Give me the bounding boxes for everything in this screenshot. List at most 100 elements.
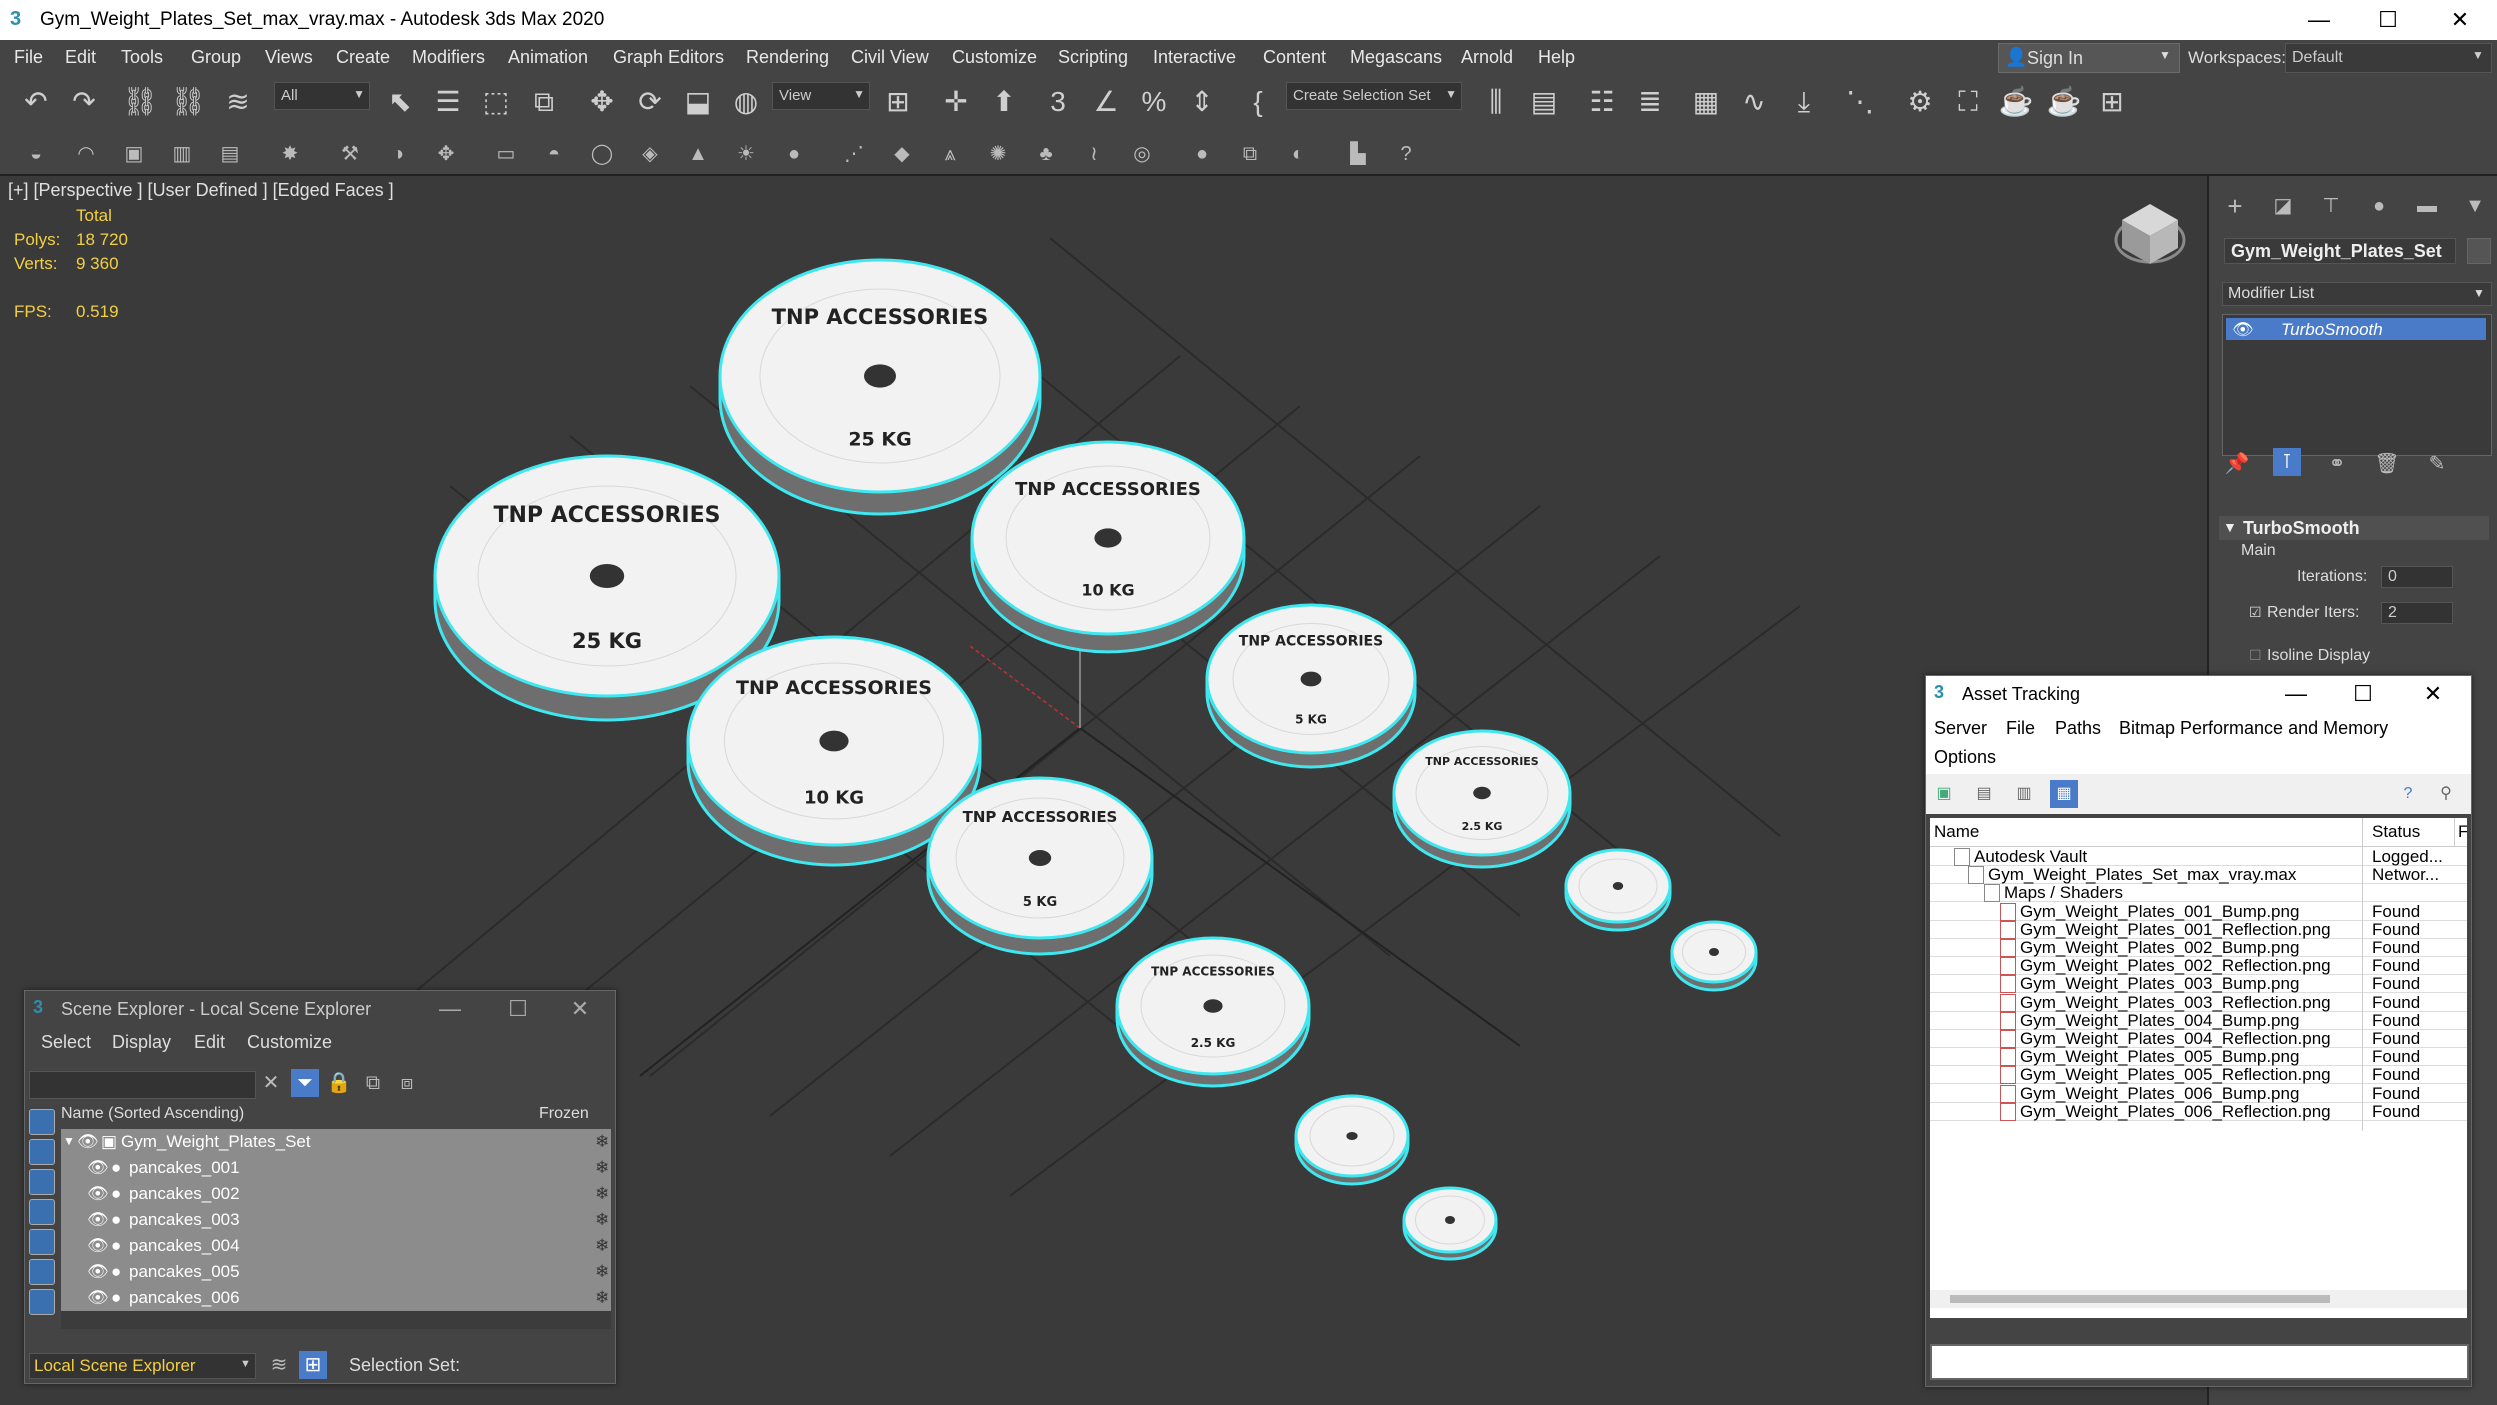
- modifier-list-dropdown[interactable]: Modifier List ▼: [2222, 282, 2492, 306]
- turbosmooth-rollout-header[interactable]: ▼ TurboSmooth: [2219, 516, 2489, 540]
- menu-file[interactable]: File: [2006, 718, 2035, 739]
- frozen-icon[interactable]: ❄: [595, 1262, 609, 1282]
- teapot-icon[interactable]: ◒: [22, 140, 50, 168]
- pin-stack-icon[interactable]: 📌: [2223, 450, 2251, 478]
- menu-graph-editors[interactable]: Graph Editors: [613, 47, 724, 68]
- dope-sheet-icon[interactable]: ⤓: [1786, 84, 1822, 120]
- asset-row[interactable]: Gym_Weight_Plates_004_Reflection.png Foun…: [1930, 1029, 2467, 1058]
- rectangular-selection-icon[interactable]: ⬚: [478, 84, 514, 120]
- table-view-icon[interactable]: ▥: [2010, 780, 2038, 808]
- column-status[interactable]: Status: [2372, 822, 2420, 842]
- menu-interactive[interactable]: Interactive: [1153, 47, 1236, 68]
- menu-animation[interactable]: Animation: [508, 47, 588, 68]
- asset-row[interactable]: Gym_Weight_Plates_006_Reflection.png Foun…: [1930, 1101, 2467, 1131]
- horizontal-scrollbar[interactable]: [1930, 1290, 2467, 1308]
- menu-bitmap-performance[interactable]: Bitmap Performance and Memory: [2119, 718, 2388, 739]
- details-view-icon[interactable]: ▦: [2050, 780, 2078, 808]
- explorer-selector-dropdown[interactable]: Local Scene Explorer ▼: [29, 1353, 256, 1379]
- helper-icon[interactable]: ⚒: [336, 140, 364, 168]
- transform-icon[interactable]: ✥: [432, 140, 460, 168]
- frame-buffer-icon[interactable]: ◐: [1284, 140, 1312, 168]
- menu-edit[interactable]: Edit: [194, 1032, 225, 1053]
- iterations-spinner[interactable]: 0: [2381, 566, 2453, 588]
- eye-icon[interactable]: 👁: [87, 1210, 109, 1230]
- show-end-result-icon[interactable]: ⊺: [2273, 448, 2301, 476]
- minimize-button[interactable]: —: [2294, 4, 2344, 36]
- angle-snap-icon[interactable]: ∠: [1088, 84, 1124, 120]
- asset-path-field[interactable]: [1930, 1344, 2469, 1380]
- weight-plate[interactable]: [1402, 1186, 1498, 1261]
- frozen-icon[interactable]: ❄: [595, 1288, 609, 1308]
- undo-icon[interactable]: ↶: [18, 84, 54, 120]
- sign-in-button[interactable]: 👤 Sign In ▼: [1998, 43, 2180, 73]
- ies-light-icon[interactable]: ●: [780, 140, 808, 168]
- scene-explorer-toggle-icon[interactable]: ☷: [1584, 84, 1620, 120]
- expand-icon[interactable]: ▼: [63, 1134, 75, 1148]
- link-icon[interactable]: ⛓: [122, 84, 158, 120]
- geometry-filter-icon[interactable]: [29, 1109, 55, 1135]
- menu-select[interactable]: Select: [41, 1032, 91, 1053]
- groups-filter-icon[interactable]: [29, 1289, 55, 1315]
- frozen-icon[interactable]: ❄: [595, 1184, 609, 1204]
- percent-snap-icon[interactable]: %: [1136, 84, 1172, 120]
- eye-icon[interactable]: 👁: [87, 1158, 109, 1178]
- helpers-filter-icon[interactable]: [29, 1229, 55, 1255]
- configure-modifier-sets-icon[interactable]: ✎: [2423, 450, 2451, 478]
- weight-plate[interactable]: [1294, 1094, 1410, 1186]
- scene-object-row[interactable]: 👁 ● pancakes_005 ❄: [61, 1259, 611, 1285]
- clear-filter-icon[interactable]: ✕: [257, 1069, 285, 1097]
- asset-row[interactable]: Gym_Weight_Plates_002_Reflection.png Foun…: [1930, 956, 2467, 986]
- menu-civil-view[interactable]: Civil View: [851, 47, 929, 68]
- scrollbar-thumb[interactable]: [1950, 1295, 2330, 1303]
- asset-row[interactable]: Gym_Weight_Plates_002_Bump.png Found: [1930, 938, 2467, 967]
- snaps-toggle-icon[interactable]: 3: [1040, 84, 1076, 120]
- curve-editor-icon[interactable]: ∿: [1736, 84, 1772, 120]
- menu-display[interactable]: Display: [112, 1032, 171, 1053]
- asset-row[interactable]: Gym_Weight_Plates_005_Reflection.png Foun…: [1930, 1065, 2467, 1095]
- cameras-filter-icon[interactable]: [29, 1199, 55, 1225]
- select-by-name-icon[interactable]: ☰: [430, 84, 466, 120]
- menu-customize[interactable]: Customize: [247, 1032, 332, 1053]
- reference-coordinate-dropdown[interactable]: View ▼: [772, 82, 870, 110]
- edit-named-selection-icon[interactable]: {: [1240, 84, 1276, 120]
- align-icon[interactable]: ▤: [1526, 84, 1562, 120]
- maximize-button[interactable]: ☐: [493, 993, 543, 1025]
- menu-rendering[interactable]: Rendering: [746, 47, 829, 68]
- isoline-display-checkbox[interactable]: ☐: [2249, 647, 2262, 664]
- move-icon[interactable]: ✥: [584, 84, 620, 120]
- plane-icon[interactable]: ▤: [216, 140, 244, 168]
- light-icon[interactable]: ✸: [276, 140, 304, 168]
- scene-object-row[interactable]: 👁 ● pancakes_006 ❄: [61, 1285, 611, 1311]
- selection-filter-dropdown[interactable]: All ▼: [274, 82, 370, 110]
- render-setup-icon[interactable]: ⛶: [1950, 84, 1986, 120]
- scale-icon[interactable]: ⬓: [680, 84, 716, 120]
- eye-icon[interactable]: 👁: [87, 1236, 109, 1256]
- mesh-light-icon[interactable]: ◈: [636, 140, 664, 168]
- help-icon[interactable]: ?: [2394, 780, 2422, 808]
- sun-icon[interactable]: ☀: [732, 140, 760, 168]
- object-name-field[interactable]: Gym_Weight_Plates_Set: [2224, 238, 2456, 264]
- spacewarps-filter-icon[interactable]: [29, 1259, 55, 1285]
- redo-icon[interactable]: ↷: [66, 84, 102, 120]
- proxy-icon[interactable]: ◆: [888, 140, 916, 168]
- close-button[interactable]: ✕: [2408, 678, 2458, 710]
- column-name[interactable]: Name: [1934, 822, 1979, 842]
- mirror-icon[interactable]: ⫼: [1478, 84, 1514, 120]
- menu-content[interactable]: Content: [1263, 47, 1326, 68]
- settings-icon[interactable]: ▙: [1344, 140, 1372, 168]
- frozen-icon[interactable]: ❄: [595, 1236, 609, 1256]
- pivot-center-icon[interactable]: ⊞: [880, 84, 916, 120]
- fur-icon[interactable]: ⋰: [840, 140, 868, 168]
- maximize-button[interactable]: ☐: [2338, 678, 2388, 710]
- viewcube-icon[interactable]: [2114, 204, 2186, 264]
- hierarchy-icon[interactable]: ⧉: [359, 1069, 387, 1097]
- menu-group[interactable]: Group: [191, 47, 241, 68]
- weight-plate[interactable]: [1670, 920, 1758, 992]
- refresh-icon[interactable]: ▣: [1930, 780, 1958, 808]
- column-extra[interactable]: F: [2458, 822, 2467, 842]
- spot-light-icon[interactable]: ▲: [684, 140, 712, 168]
- create-tab-icon[interactable]: +: [2221, 192, 2249, 220]
- menu-modifiers[interactable]: Modifiers: [412, 47, 485, 68]
- pin-icon[interactable]: ⚲: [2432, 780, 2460, 808]
- asset-row[interactable]: Gym_Weight_Plates_006_Bump.png Found: [1930, 1083, 2467, 1113]
